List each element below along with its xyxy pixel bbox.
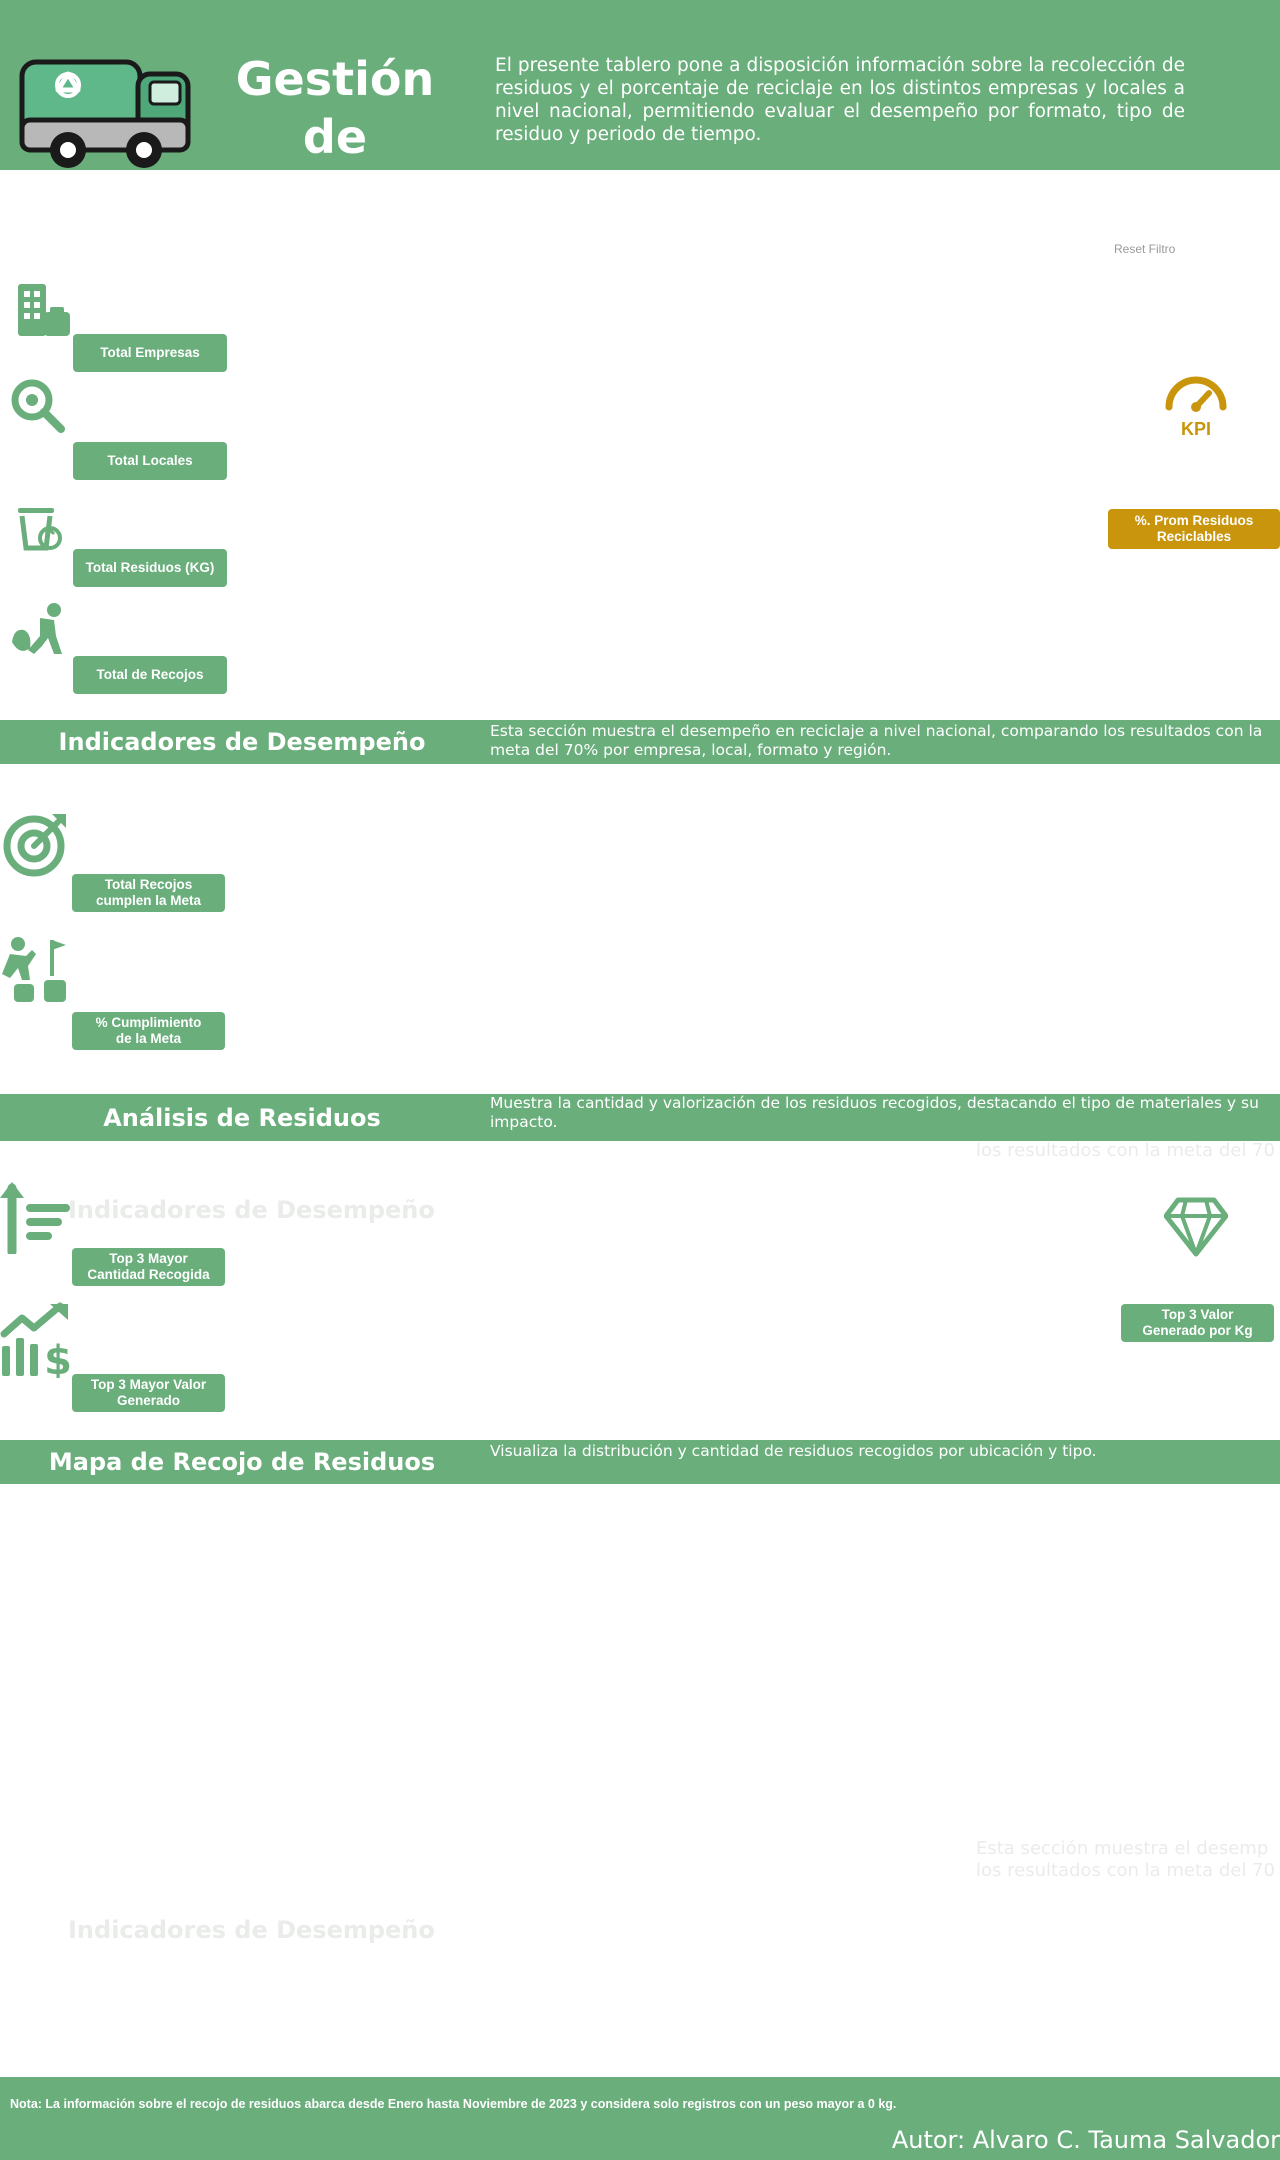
garbage-truck-icon [19, 59, 191, 168]
section-desempeno-desc: Esta sección muestra el desempeño en rec… [490, 722, 1263, 759]
intro-text: El presente tablero pone a disposición i… [495, 55, 1185, 145]
ghost-text-5: Indicadores de Desempeño [68, 1916, 435, 1944]
section-mapa-desc: Visualiza la distribución y cantidad de … [490, 1442, 1097, 1460]
total-empresas-card[interactable]: Total Empresas [73, 334, 227, 372]
prom-label-line2: Reciclables [1156, 529, 1232, 544]
kpi-gauge-icon: KPI [1165, 376, 1227, 439]
search-icon [11, 379, 65, 433]
page-title: Gestión de Residuos [200, 50, 470, 224]
section-desempeno-title: Indicadores de Desempeño [58, 728, 426, 756]
page-title-line2: Residuos [217, 168, 453, 222]
money-growth-chart-icon: $ [0, 1302, 72, 1378]
sort-descending-icon [0, 1182, 70, 1254]
prom-label-line1: %. Prom Residuos [1134, 513, 1254, 528]
cumplimiento-meta-card[interactable]: % Cumplimiento de la Meta [72, 1012, 225, 1050]
section-mapa-title: Mapa de Recojo de Residuos [48, 1448, 436, 1476]
kpi-badge-label: KPI [1181, 419, 1211, 439]
reset-filter-button[interactable]: Reset Filtro [1114, 242, 1175, 256]
prom-residuos-reciclables-card[interactable]: %. Prom Residuos Reciclables [1108, 509, 1280, 549]
author-credit: Autor: Alvaro C. Tauma Salvador [891, 2126, 1280, 2154]
page-title-line1: Gestión de [235, 52, 435, 164]
ghost-text-4: los resultados con la meta del 70 [976, 1860, 1275, 1881]
recojos-meta-line1: Total Recojos [104, 877, 193, 892]
buildings-icon [18, 284, 70, 336]
top3-valor-por-kg-card[interactable]: Top 3 Valor Generado por Kg [1121, 1304, 1274, 1342]
top3-valor-line2: Generado [116, 1393, 181, 1408]
target-arrow-icon [3, 814, 66, 877]
recojos-cumplen-meta-card[interactable]: Total Recojos cumplen la Meta [72, 874, 225, 912]
section-analisis-desc: Muestra la cantidad y valorización de lo… [490, 1094, 1259, 1131]
top3-valor-generado-card[interactable]: Top 3 Mayor Valor Generado [72, 1374, 225, 1412]
ghost-text-3: Esta sección muestra el desemp [976, 1838, 1269, 1859]
top3-valor-line1: Top 3 Mayor Valor [90, 1377, 207, 1392]
top3-kg-line2: Generado por Kg [1142, 1323, 1253, 1338]
diamond-icon [1164, 1197, 1228, 1257]
top3-cantidad-recogida-card[interactable]: Top 3 Mayor Cantidad Recogida [72, 1248, 225, 1286]
svg-text:$: $ [44, 1338, 72, 1378]
footer-note: Nota: La información sobre el recojo de … [10, 2097, 897, 2111]
top3-cantidad-line2: Cantidad Recogida [87, 1267, 210, 1282]
total-locales-card[interactable]: Total Locales [73, 442, 227, 480]
worker-carrying-bag-icon [12, 603, 62, 654]
climbing-goal-icon [2, 937, 66, 1002]
ghost-text-1: los resultados con la meta del 70 [976, 1140, 1275, 1161]
top3-kg-line1: Top 3 Valor [1161, 1307, 1234, 1322]
ghost-text-2: Indicadores de Desempeño [68, 1196, 435, 1224]
section-analisis-title: Análisis de Residuos [103, 1104, 381, 1132]
recojos-meta-line2: cumplen la Meta [95, 893, 202, 908]
top3-cantidad-line1: Top 3 Mayor [109, 1251, 188, 1266]
recycle-bin-icon [18, 508, 62, 551]
cumplimiento-line2: de la Meta [115, 1031, 182, 1046]
total-residuos-card[interactable]: Total Residuos (KG) [73, 549, 227, 587]
total-recojos-card[interactable]: Total de Recojos [73, 656, 227, 694]
cumplimiento-line1: % Cumplimiento [95, 1015, 202, 1030]
